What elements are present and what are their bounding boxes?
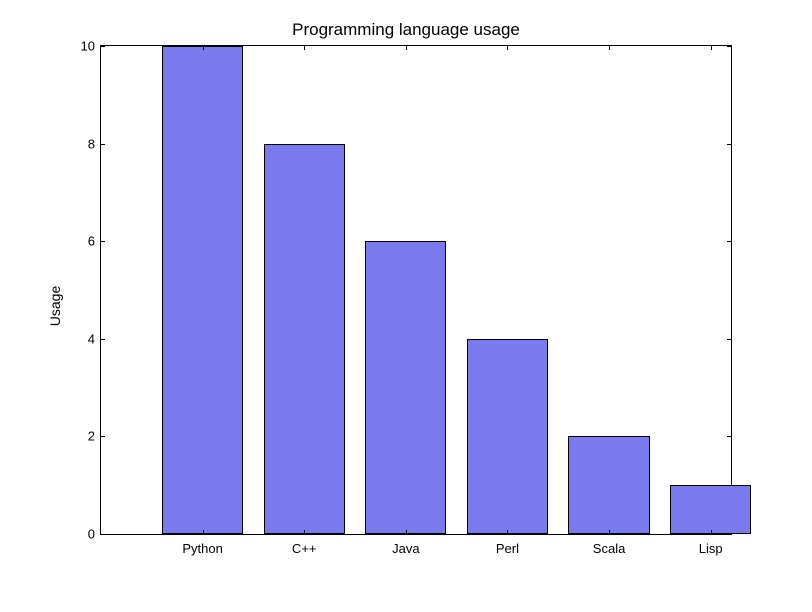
y-tick-label: 8 xyxy=(65,136,95,151)
bar xyxy=(365,241,446,534)
y-axis-label: Usage xyxy=(47,286,63,326)
y-tick-label: 0 xyxy=(65,527,95,542)
x-tick-label: Python xyxy=(182,541,222,556)
plot-area: 0246810PythonC++JavaPerlScalaLisp xyxy=(100,45,732,535)
chart-title: Programming language usage xyxy=(0,20,812,40)
y-tick-label: 6 xyxy=(65,234,95,249)
x-tick-label: Scala xyxy=(593,541,626,556)
x-tick-label: Lisp xyxy=(699,541,723,556)
bar xyxy=(568,436,649,534)
y-tick-label: 10 xyxy=(65,39,95,54)
x-tick-label: Java xyxy=(392,541,419,556)
x-tick-label: Perl xyxy=(496,541,519,556)
y-tick-label: 4 xyxy=(65,331,95,346)
chart-container: Programming language usage Usage 0246810… xyxy=(0,0,812,612)
bar xyxy=(467,339,548,534)
x-tick-label: C++ xyxy=(292,541,317,556)
bar xyxy=(670,485,751,534)
bar xyxy=(162,46,243,534)
y-tick-label: 2 xyxy=(65,429,95,444)
bar xyxy=(264,144,345,534)
